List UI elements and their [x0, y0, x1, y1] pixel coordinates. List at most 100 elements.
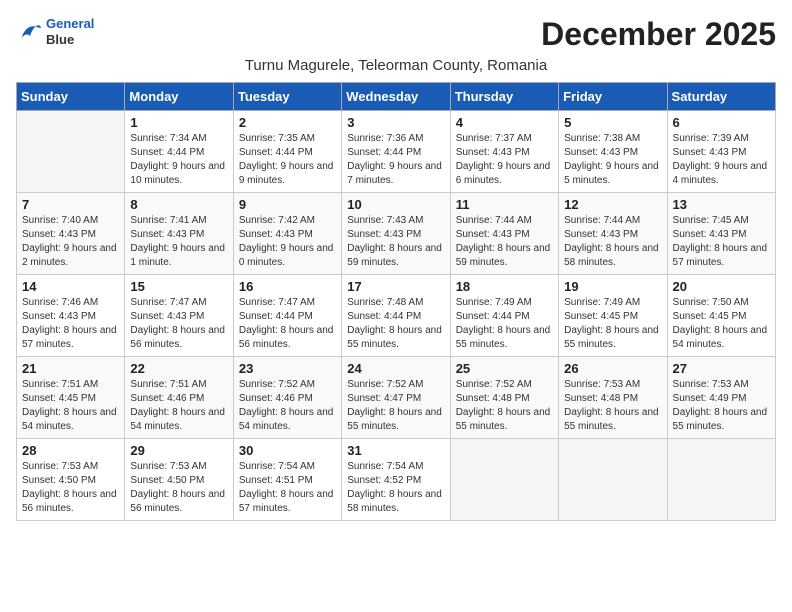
day-detail: Sunrise: 7:40 AMSunset: 4:43 PMDaylight:…: [22, 214, 119, 270]
day-detail: Sunrise: 7:51 AMSunset: 4:45 PMDaylight:…: [22, 378, 119, 434]
day-number: 21: [22, 361, 119, 376]
day-number: 15: [130, 279, 227, 294]
day-detail: Sunrise: 7:44 AMSunset: 4:43 PMDaylight:…: [456, 214, 553, 270]
day-detail: Sunrise: 7:48 AMSunset: 4:44 PMDaylight:…: [347, 296, 444, 352]
day-detail: Sunrise: 7:43 AMSunset: 4:43 PMDaylight:…: [347, 214, 444, 270]
calendar-day-cell: 21 Sunrise: 7:51 AMSunset: 4:45 PMDayligh…: [17, 357, 125, 439]
calendar-day-cell: 15 Sunrise: 7:47 AMSunset: 4:43 PMDayligh…: [125, 275, 233, 357]
weekday-header-cell: Sunday: [17, 83, 125, 111]
day-detail: Sunrise: 7:53 AMSunset: 4:49 PMDaylight:…: [673, 378, 770, 434]
day-number: 13: [673, 197, 770, 212]
logo: General Blue: [16, 16, 94, 47]
calendar-table: SundayMondayTuesdayWednesdayThursdayFrid…: [16, 82, 776, 521]
calendar-day-cell: 27Sunrise: 7:53 AMSunset: 4:49 PMDayligh…: [667, 357, 775, 439]
day-detail: Sunrise: 7:52 AMSunset: 4:48 PMDaylight:…: [456, 378, 553, 434]
day-detail: Sunrise: 7:49 AMSunset: 4:44 PMDaylight:…: [456, 296, 553, 352]
day-number: 10: [347, 197, 444, 212]
calendar-day-cell: [667, 439, 775, 521]
day-number: 1: [130, 115, 227, 130]
weekday-header-cell: Saturday: [667, 83, 775, 111]
calendar-day-cell: 4Sunrise: 7:37 AMSunset: 4:43 PMDaylight…: [450, 111, 558, 193]
day-detail: Sunrise: 7:54 AMSunset: 4:51 PMDaylight:…: [239, 460, 336, 516]
day-number: 25: [456, 361, 553, 376]
page-header: General Blue December 2025: [16, 16, 776, 53]
day-number: 18: [456, 279, 553, 294]
day-number: 12: [564, 197, 661, 212]
day-number: 5: [564, 115, 661, 130]
calendar-day-cell: [450, 439, 558, 521]
calendar-day-cell: 28 Sunrise: 7:53 AMSunset: 4:50 PMDayligh…: [17, 439, 125, 521]
day-detail: Sunrise: 7:35 AMSunset: 4:44 PMDaylight:…: [239, 132, 336, 188]
day-detail: Sunrise: 7:39 AMSunset: 4:43 PMDaylight:…: [673, 132, 770, 188]
day-detail: Sunrise: 7:52 AMSunset: 4:46 PMDaylight:…: [239, 378, 336, 434]
calendar-week-row: 14Sunrise: 7:46 AMSunset: 4:43 PMDayligh…: [17, 275, 776, 357]
calendar-day-cell: [559, 439, 667, 521]
day-number: 8: [130, 197, 227, 212]
day-number: 6: [673, 115, 770, 130]
calendar-day-cell: 16 Sunrise: 7:47 AMSunset: 4:44 PMDayligh…: [233, 275, 341, 357]
day-detail: Sunrise: 7:36 AMSunset: 4:44 PMDaylight:…: [347, 132, 444, 188]
day-detail: Sunrise: 7:53 AMSunset: 4:50 PMDaylight:…: [22, 460, 119, 516]
day-number: 4: [456, 115, 553, 130]
day-detail: Sunrise: 7:52 AMSunset: 4:47 PMDaylight:…: [347, 378, 444, 434]
calendar-day-cell: 17 Sunrise: 7:48 AMSunset: 4:44 PMDayligh…: [342, 275, 450, 357]
day-number: 20: [673, 279, 770, 294]
day-detail: Sunrise: 7:51 AMSunset: 4:46 PMDaylight:…: [130, 378, 227, 434]
day-number: 2: [239, 115, 336, 130]
calendar-day-cell: [17, 111, 125, 193]
calendar-day-cell: 19 Sunrise: 7:49 AMSunset: 4:45 PMDayligh…: [559, 275, 667, 357]
weekday-header-row: SundayMondayTuesdayWednesdayThursdayFrid…: [17, 83, 776, 111]
calendar-day-cell: 2 Sunrise: 7:35 AMSunset: 4:44 PMDaylight…: [233, 111, 341, 193]
calendar-body: 1 Sunrise: 7:34 AMSunset: 4:44 PMDaylight…: [17, 111, 776, 521]
day-number: 24: [347, 361, 444, 376]
calendar-day-cell: 5 Sunrise: 7:38 AMSunset: 4:43 PMDaylight…: [559, 111, 667, 193]
calendar-day-cell: 13Sunrise: 7:45 AMSunset: 4:43 PMDayligh…: [667, 193, 775, 275]
day-detail: Sunrise: 7:53 AMSunset: 4:48 PMDaylight:…: [564, 378, 661, 434]
calendar-day-cell: 7 Sunrise: 7:40 AMSunset: 4:43 PMDaylight…: [17, 193, 125, 275]
calendar-day-cell: 31Sunrise: 7:54 AMSunset: 4:52 PMDayligh…: [342, 439, 450, 521]
day-number: 22: [130, 361, 227, 376]
day-detail: Sunrise: 7:49 AMSunset: 4:45 PMDaylight:…: [564, 296, 661, 352]
day-number: 28: [22, 443, 119, 458]
calendar-day-cell: 10 Sunrise: 7:43 AMSunset: 4:43 PMDayligh…: [342, 193, 450, 275]
calendar-day-cell: 30 Sunrise: 7:54 AMSunset: 4:51 PMDayligh…: [233, 439, 341, 521]
day-number: 17: [347, 279, 444, 294]
calendar-week-row: 28 Sunrise: 7:53 AMSunset: 4:50 PMDayligh…: [17, 439, 776, 521]
calendar-week-row: 7 Sunrise: 7:40 AMSunset: 4:43 PMDaylight…: [17, 193, 776, 275]
logo-text: General Blue: [46, 16, 94, 47]
weekday-header-cell: Wednesday: [342, 83, 450, 111]
weekday-header-cell: Tuesday: [233, 83, 341, 111]
weekday-header-cell: Thursday: [450, 83, 558, 111]
weekday-header-cell: Monday: [125, 83, 233, 111]
calendar-day-cell: 14Sunrise: 7:46 AMSunset: 4:43 PMDayligh…: [17, 275, 125, 357]
calendar-day-cell: 12Sunrise: 7:44 AMSunset: 4:43 PMDayligh…: [559, 193, 667, 275]
day-detail: Sunrise: 7:46 AMSunset: 4:43 PMDaylight:…: [22, 296, 119, 352]
day-number: 3: [347, 115, 444, 130]
day-detail: Sunrise: 7:34 AMSunset: 4:44 PMDaylight:…: [130, 132, 227, 188]
day-number: 19: [564, 279, 661, 294]
month-title: December 2025: [541, 16, 776, 53]
day-number: 30: [239, 443, 336, 458]
calendar-week-row: 21 Sunrise: 7:51 AMSunset: 4:45 PMDayligh…: [17, 357, 776, 439]
day-detail: Sunrise: 7:47 AMSunset: 4:43 PMDaylight:…: [130, 296, 227, 352]
calendar-day-cell: 1 Sunrise: 7:34 AMSunset: 4:44 PMDaylight…: [125, 111, 233, 193]
calendar-day-cell: 11 Sunrise: 7:44 AMSunset: 4:43 PMDayligh…: [450, 193, 558, 275]
day-number: 16: [239, 279, 336, 294]
day-detail: Sunrise: 7:50 AMSunset: 4:45 PMDaylight:…: [673, 296, 770, 352]
location-title: Turnu Magurele, Teleorman County, Romani…: [16, 57, 776, 74]
calendar-day-cell: 3 Sunrise: 7:36 AMSunset: 4:44 PMDaylight…: [342, 111, 450, 193]
day-number: 11: [456, 197, 553, 212]
calendar-day-cell: 29Sunrise: 7:53 AMSunset: 4:50 PMDayligh…: [125, 439, 233, 521]
day-detail: Sunrise: 7:47 AMSunset: 4:44 PMDaylight:…: [239, 296, 336, 352]
day-detail: Sunrise: 7:53 AMSunset: 4:50 PMDaylight:…: [130, 460, 227, 516]
calendar-day-cell: 6 Sunrise: 7:39 AMSunset: 4:43 PMDaylight…: [667, 111, 775, 193]
weekday-header-cell: Friday: [559, 83, 667, 111]
day-number: 7: [22, 197, 119, 212]
calendar-day-cell: 18 Sunrise: 7:49 AMSunset: 4:44 PMDayligh…: [450, 275, 558, 357]
calendar-day-cell: 22 Sunrise: 7:51 AMSunset: 4:46 PMDayligh…: [125, 357, 233, 439]
calendar-day-cell: 25 Sunrise: 7:52 AMSunset: 4:48 PMDayligh…: [450, 357, 558, 439]
day-detail: Sunrise: 7:42 AMSunset: 4:43 PMDaylight:…: [239, 214, 336, 270]
day-detail: Sunrise: 7:38 AMSunset: 4:43 PMDaylight:…: [564, 132, 661, 188]
day-number: 9: [239, 197, 336, 212]
day-detail: Sunrise: 7:41 AMSunset: 4:43 PMDaylight:…: [130, 214, 227, 270]
